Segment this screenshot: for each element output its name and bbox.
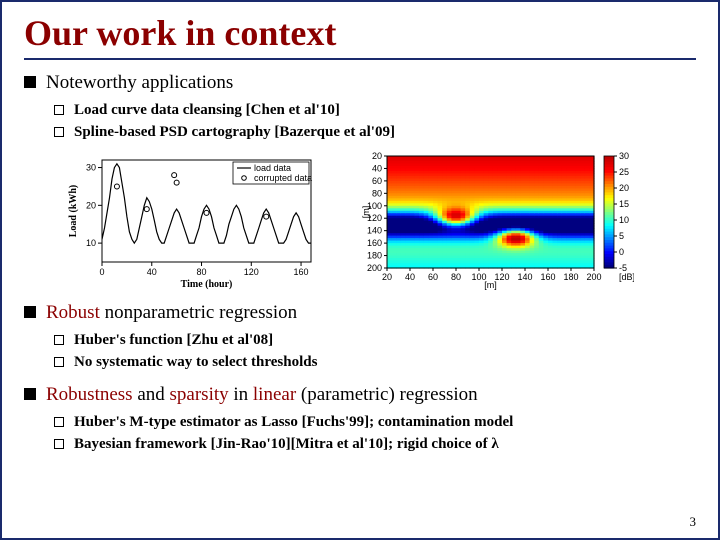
svg-text:40: 40	[372, 164, 382, 174]
subbullet-spline-psd: Spline-based PSD cartography [Bazerque e…	[54, 122, 696, 142]
bullet-robust-nonparam: Robust nonparametric regression	[24, 300, 696, 326]
slide-title: Our work in context	[24, 12, 696, 60]
bullet-text: Robustness and sparsity in linear (param…	[46, 382, 478, 408]
bullet-text: Robust nonparametric regression	[46, 300, 297, 326]
svg-text:200: 200	[367, 263, 382, 273]
svg-text:40: 40	[147, 267, 157, 277]
svg-text:0: 0	[99, 267, 104, 277]
figure-load-curve: 0 40 80 120 160 10 20 30 Time (hour) Load (kWh) lo…	[64, 150, 319, 290]
svg-text:140: 140	[367, 226, 382, 236]
svg-text:140: 140	[517, 272, 532, 282]
svg-text:[m]: [m]	[484, 280, 497, 290]
svg-text:25: 25	[619, 167, 629, 177]
bullet-square-icon	[24, 306, 36, 318]
svg-text:160: 160	[367, 238, 382, 248]
load-curve-svg: 0 40 80 120 160 10 20 30 Time (hour) Load (kWh) lo…	[64, 150, 319, 290]
svg-text:120: 120	[244, 267, 259, 277]
red-word: Robust	[46, 302, 100, 323]
bullet-applications: Noteworthy applications	[24, 70, 696, 96]
subbullet-bayesian: Bayesian framework [Jin-Rao'10][Mitra et…	[54, 434, 696, 454]
svg-text:200: 200	[586, 272, 601, 282]
svg-text:20: 20	[86, 200, 96, 210]
svg-text:160: 160	[294, 267, 309, 277]
svg-text:80: 80	[372, 188, 382, 198]
svg-text:load data: load data	[254, 163, 291, 173]
hollow-square-icon	[54, 417, 64, 427]
subbullet-no-systematic: No systematic way to select thresholds	[54, 352, 696, 372]
bullet-text: Noteworthy applications	[46, 70, 233, 96]
subbullet-text: Load curve data cleansing [Chen et al'10…	[74, 100, 340, 120]
hollow-square-icon	[54, 127, 64, 137]
subbullet-text: Huber's M-type estimator as Lasso [Fuchs…	[74, 412, 513, 432]
figure-heatmap: 2040608010012014016018020020406080100120…	[359, 150, 634, 290]
subbullet-text: Spline-based PSD cartography [Bazerque e…	[74, 122, 395, 142]
svg-text:20: 20	[619, 183, 629, 193]
bullet-robust-sparsity: Robustness and sparsity in linear (param…	[24, 382, 696, 408]
svg-text:[m]: [m]	[361, 206, 371, 219]
svg-text:10: 10	[86, 238, 96, 248]
subbullet-text: Bayesian framework [Jin-Rao'10][Mitra et…	[74, 434, 499, 454]
heading-rest: nonparametric regression	[100, 302, 297, 323]
page-number: 3	[690, 514, 697, 530]
svg-text:60: 60	[372, 176, 382, 186]
subbullet-huber: Huber's function [Zhu et al'08]	[54, 330, 696, 350]
svg-text:30: 30	[86, 163, 96, 173]
hollow-square-icon	[54, 105, 64, 115]
svg-text:80: 80	[197, 267, 207, 277]
heatmap-svg: 2040608010012014016018020020406080100120…	[359, 150, 634, 290]
bullet-square-icon	[24, 388, 36, 400]
red-word: linear	[253, 384, 296, 405]
svg-text:20: 20	[382, 272, 392, 282]
svg-text:20: 20	[372, 151, 382, 161]
hollow-square-icon	[54, 357, 64, 367]
slide-frame: Our work in context Noteworthy applicati…	[0, 0, 720, 540]
svg-text:40: 40	[405, 272, 415, 282]
svg-text:180: 180	[367, 251, 382, 261]
subbullet-huber-lasso: Huber's M-type estimator as Lasso [Fuchs…	[54, 412, 696, 432]
svg-text:[dB]: [dB]	[619, 272, 634, 282]
subbullet-load-curve: Load curve data cleansing [Chen et al'10…	[54, 100, 696, 120]
svg-text:180: 180	[563, 272, 578, 282]
svg-text:Time (hour): Time (hour)	[181, 279, 233, 290]
svg-text:corrupted data: corrupted data	[254, 173, 312, 183]
svg-text:30: 30	[619, 151, 629, 161]
lambda-symbol: λ	[491, 436, 498, 452]
svg-text:60: 60	[428, 272, 438, 282]
bullet-square-icon	[24, 76, 36, 88]
red-word: sparsity	[170, 384, 229, 405]
svg-text:160: 160	[540, 272, 555, 282]
hollow-square-icon	[54, 335, 64, 345]
svg-text:10: 10	[619, 215, 629, 225]
svg-text:0: 0	[619, 247, 624, 257]
svg-text:80: 80	[451, 272, 461, 282]
hollow-square-icon	[54, 439, 64, 449]
svg-text:5: 5	[619, 231, 624, 241]
subbullet-text: Huber's function [Zhu et al'08]	[74, 330, 273, 350]
svg-text:15: 15	[619, 199, 629, 209]
red-word: Robustness	[46, 384, 133, 405]
figure-row: 0 40 80 120 160 10 20 30 Time (hour) Load (kWh) lo…	[64, 150, 696, 290]
svg-text:Load (kWh): Load (kWh)	[68, 185, 79, 238]
subbullet-text: No systematic way to select thresholds	[74, 352, 317, 372]
